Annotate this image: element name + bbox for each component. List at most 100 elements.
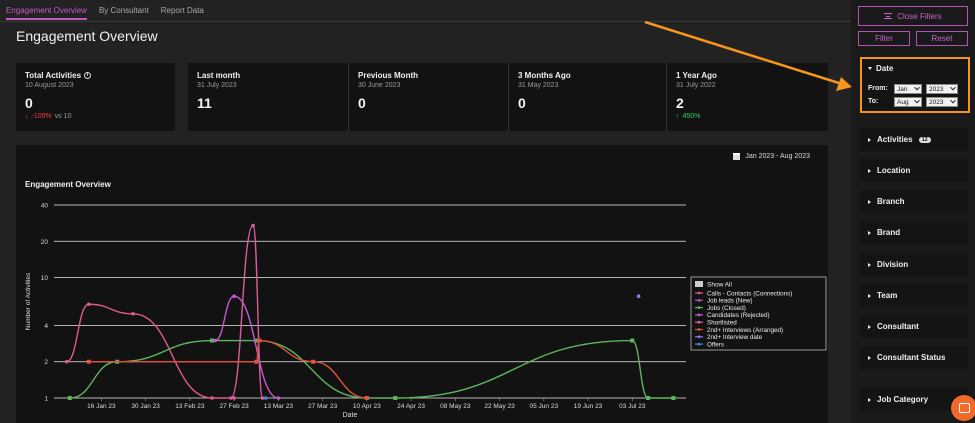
date-range-picker[interactable]: Jan 2023 - Aug 2023 [733,153,810,160]
kpi-total-date: 10 August 2023 [25,82,74,89]
filter-consultant[interactable]: Consultant [860,315,968,338]
filter-button[interactable]: Filter [858,31,910,46]
data-point [636,294,641,298]
x-tick-label: 27 Feb 23 [219,403,249,410]
data-point [229,396,233,400]
activities-count-badge: 12 [918,136,931,143]
kpi-three-months: 3 Months Ago 31 May 2023 0 [508,63,666,131]
kpi-one-year-date: 31 July 2022 [676,82,716,89]
tab-report-data[interactable]: Report Data [161,6,204,20]
data-point [260,396,265,400]
filter-branch-label: Branch [877,197,905,206]
filter-team[interactable]: Team [860,284,968,307]
y-tick-label: 2 [44,359,48,366]
series-line [66,303,235,399]
filter-division[interactable]: Division [860,253,968,276]
caret-right-icon [868,230,871,235]
filter-consultant-status[interactable]: Consultant Status [860,346,968,369]
y-tick-label: 20 [41,239,49,246]
kpi-last-month: Last month 31 July 2023 11 [188,63,348,131]
filter-brand[interactable]: Brand [860,221,968,244]
legend-item-label: Candidates (Rejected) [707,312,770,319]
kpi-one-year-label: 1 Year Ago [676,71,717,80]
from-year-select[interactable]: 2023 [926,84,958,94]
caret-right-icon [868,324,871,329]
data-point [276,396,281,400]
kpi-total: Total Activities i 10 August 2023 0 ↓ -10… [16,63,175,131]
chat-launcher-button[interactable] [951,395,975,421]
x-tick-label: 03 Jul 23 [619,403,646,410]
filter-branch[interactable]: Branch [860,190,968,213]
date-filter-header[interactable]: Date [868,64,893,73]
kpi-one-year: 1 Year Ago 31 July 2022 2 ↑ 450% [666,63,828,131]
data-point [131,311,135,316]
tab-engagement-overview[interactable]: Engagement Overview [6,6,87,20]
chevron-down-icon [950,84,956,91]
kpi-previous-month-value: 0 [358,95,366,111]
chart-title: Engagement Overview [25,180,111,189]
arrow-up-icon: ↑ [676,113,680,120]
legend-show-all-swatch [695,281,703,287]
x-tick-label: 30 Jan 23 [131,403,160,410]
x-tick-label: 05 Jun 23 [530,403,559,410]
calendar-icon [733,153,741,160]
data-point [311,359,316,364]
to-month-select[interactable]: Aug [894,97,922,107]
arrow-down-icon: ↓ [25,113,29,120]
data-point [86,302,91,307]
chevron-down-icon [914,97,920,104]
filter-division-label: Division [877,260,909,269]
kpi-last-month-value: 11 [197,95,212,111]
legend-marker [697,298,701,302]
data-point [213,338,217,343]
legend-marker [697,342,701,346]
caret-right-icon [868,397,871,402]
filter-brand-label: Brand [877,228,901,237]
x-tick-label: 13 Mar 23 [264,403,294,410]
y-tick-label: 4 [44,323,48,330]
y-tick-label: 1 [44,396,48,403]
kpi-total-vs: vs 10 [54,113,72,120]
data-point [630,338,635,343]
legend-marker [697,328,701,331]
x-axis-label: Date [343,412,358,419]
kpi-three-months-label: 3 Months Ago [518,71,571,80]
legend-item-label: Job leads (New) [707,298,753,305]
filter-location-label: Location [877,166,911,175]
caret-right-icon [868,137,871,142]
close-filters-button[interactable]: Close Filters [858,6,968,26]
caret-right-icon [868,199,871,204]
data-point [257,338,262,343]
legend-marker [697,291,701,295]
x-tick-label: 27 Mar 23 [308,403,338,410]
to-month-value: Aug [897,98,909,106]
y-tick-label: 10 [41,275,49,282]
data-point [263,396,268,400]
info-icon[interactable]: i [84,72,92,79]
x-tick-label: 22 May 23 [484,403,515,410]
filter-sidebar: Close Filters Filter Reset Date From: Ja… [851,0,975,423]
from-month-value: Jan [897,85,908,93]
kpi-three-months-date: 31 May 2023 [518,82,559,89]
date-range-label: Jan 2023 - Aug 2023 [745,153,810,160]
legend-show-all: Show All [707,282,732,289]
tab-by-consultant[interactable]: By Consultant [99,6,149,20]
kpi-periods-card: Last month 31 July 2023 11 Previous Mont… [188,63,828,131]
caret-right-icon [868,168,871,173]
to-year-select[interactable]: 2023 [926,97,958,107]
main-area: Engagement Overview By Consultant Report… [0,0,851,423]
filter-activities[interactable]: Activities 12 [860,128,968,151]
data-point [251,223,255,228]
series-line [88,339,367,399]
kpi-total-change: -100% [31,113,52,120]
reset-button[interactable]: Reset [916,31,968,46]
data-point [86,359,91,364]
from-month-select[interactable]: Jan [894,84,922,94]
legend-item-label: 2nd+ Interview date [707,334,763,341]
legend-item-label: Offers [707,341,724,348]
legend-item-label: 2nd+ Interviews (Arranged) [707,327,783,334]
chart-card: 1 2 4 10 20 40 16 Jan 23 30 Jan 23 13 Feb 23 27 F… [16,145,828,423]
filter-location[interactable]: Location [860,159,968,182]
legend-marker [697,320,701,324]
to-year-value: 2023 [929,98,944,106]
